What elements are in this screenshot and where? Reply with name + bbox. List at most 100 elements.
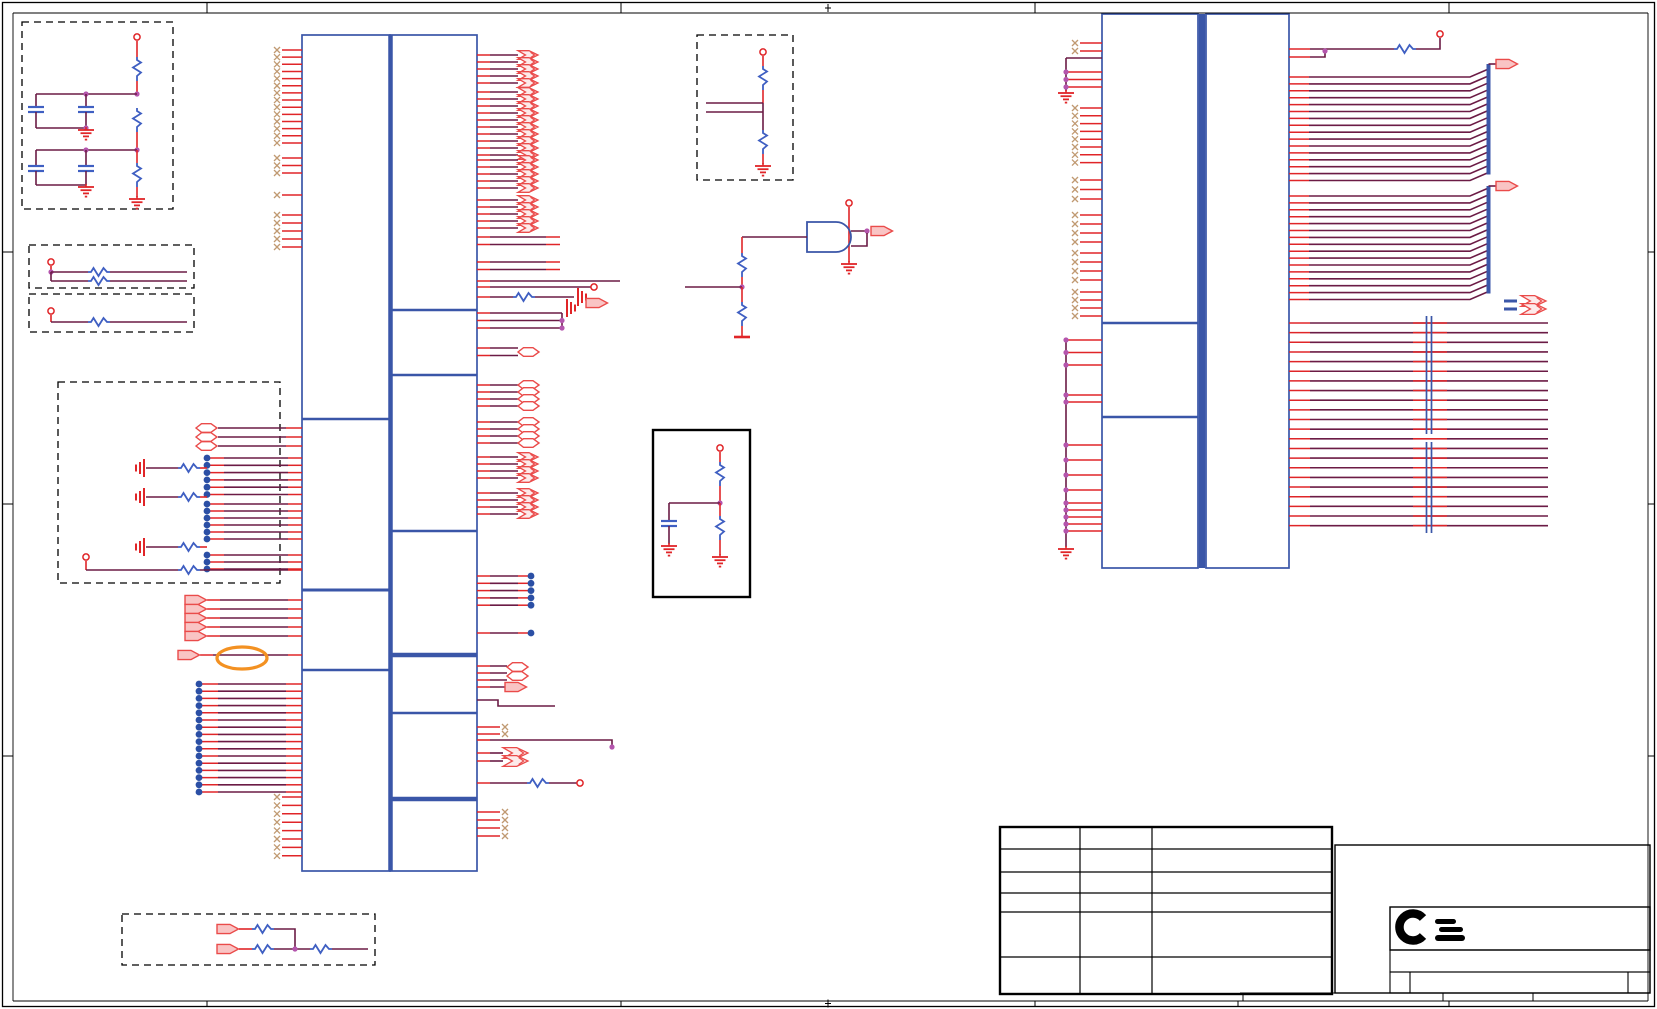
junction-dot [292, 946, 298, 952]
junction-dot [559, 325, 565, 331]
bus-connector-lens-icon [194, 432, 219, 442]
junction-dot [203, 551, 211, 559]
highlight-ellipse [215, 645, 269, 671]
junction-dot [195, 709, 203, 717]
junction-dot [203, 476, 211, 484]
junction-dot [1063, 442, 1069, 448]
bus-connector-arrow-icon [184, 621, 208, 633]
junction-dot [609, 744, 615, 750]
title-block [1334, 844, 1651, 994]
junction-dot [527, 601, 535, 609]
junction-dot [195, 752, 203, 760]
resistor [1394, 43, 1416, 55]
bus-connector-arrow-icon [184, 603, 208, 615]
junction-dot [195, 716, 203, 724]
junction-dot [527, 594, 535, 602]
bus-connector-arrow-icon [504, 681, 528, 693]
title-block-number-cell [1389, 971, 1651, 994]
resistor [736, 253, 748, 277]
terminal-icon [133, 33, 141, 41]
bus-connector-lens-icon [516, 347, 541, 357]
net-wire [1416, 38, 1441, 50]
junction-dot [1063, 362, 1069, 368]
junction-dot [1063, 392, 1069, 398]
junction-dot [195, 738, 203, 745]
bus-connector-arrow-icon [870, 225, 894, 237]
junction-dot [527, 587, 535, 594]
junction-dot [1063, 514, 1069, 520]
dashed-group-box [121, 913, 376, 966]
junction-dot [1063, 487, 1069, 493]
cirrus-logic-logo [1435, 935, 1465, 941]
junction-dot [195, 781, 203, 789]
resistor [252, 943, 274, 955]
junction-dot [559, 317, 565, 324]
bus-connector-arrow-icon [184, 630, 208, 642]
resistor [714, 516, 726, 540]
resistor [714, 462, 726, 486]
dashed-group-box [21, 21, 174, 210]
resistor [131, 108, 143, 132]
terminal-icon [590, 283, 598, 291]
junction-dot [1063, 472, 1069, 478]
ic-block-left-col-a [301, 34, 391, 872]
resistor [310, 943, 332, 955]
junction-dot [195, 695, 203, 702]
junction-dot [1063, 349, 1069, 356]
and-gate-icon [806, 221, 852, 253]
junction-dot [195, 702, 203, 709]
bus-connector-lens-icon [505, 671, 530, 681]
title-block-title-cell [1389, 949, 1651, 973]
junction-dot [203, 500, 211, 508]
schematic-canvas [1, 1, 1656, 1008]
bus-connector-lens-icon [194, 423, 219, 433]
junction-dot [203, 535, 211, 543]
ic-block-right-col-b [1205, 13, 1290, 569]
junction-dot [527, 629, 535, 637]
resistor [736, 302, 748, 326]
resistor [178, 564, 200, 576]
terminal-icon [1436, 30, 1444, 38]
junction-dot [195, 687, 203, 695]
resistor [252, 923, 274, 935]
terminal-icon [576, 779, 584, 787]
junction-dot [203, 558, 211, 566]
junction-dot [195, 788, 203, 796]
net-wire [477, 699, 555, 707]
net-wire [274, 928, 296, 949]
resistor [178, 491, 200, 503]
bus-connector-lens-icon [516, 438, 541, 448]
resistor [178, 541, 200, 553]
bus-connector-arrow-icon [216, 943, 240, 955]
junction-dot [203, 507, 211, 515]
junction-dot [203, 521, 211, 529]
junction-dot [195, 759, 203, 767]
terminal-icon [759, 48, 767, 56]
bus-net-wire [1309, 68, 1489, 78]
bus-connector-lens-icon [505, 662, 530, 672]
resistor [131, 163, 143, 187]
dashed-group-box [57, 381, 281, 584]
terminal-icon [716, 444, 724, 452]
schematic-sheet: Cirrus Logic schematic sheet: two multi-… [0, 0, 1657, 1009]
cirrus-logic-logo [1395, 909, 1427, 945]
resistor [178, 462, 200, 474]
junction-dot [1063, 76, 1069, 83]
junction-dot [195, 731, 203, 738]
junction-dot [203, 565, 211, 573]
resistor [757, 130, 769, 154]
junction-dot [1063, 500, 1069, 506]
net-wire [490, 739, 613, 747]
bus-connector-lens-icon [516, 401, 541, 411]
resistor [88, 266, 110, 278]
junction-dot [203, 454, 211, 462]
junction-dot [195, 767, 203, 774]
junction-dot [203, 514, 211, 522]
bus-connector-arrow-icon [1495, 58, 1519, 70]
dashed-group-box [696, 34, 794, 181]
resistor [527, 777, 549, 789]
resistor [88, 275, 110, 287]
cirrus-logic-logo [1435, 919, 1456, 924]
junction-dot [203, 469, 211, 476]
resistor [88, 316, 110, 328]
